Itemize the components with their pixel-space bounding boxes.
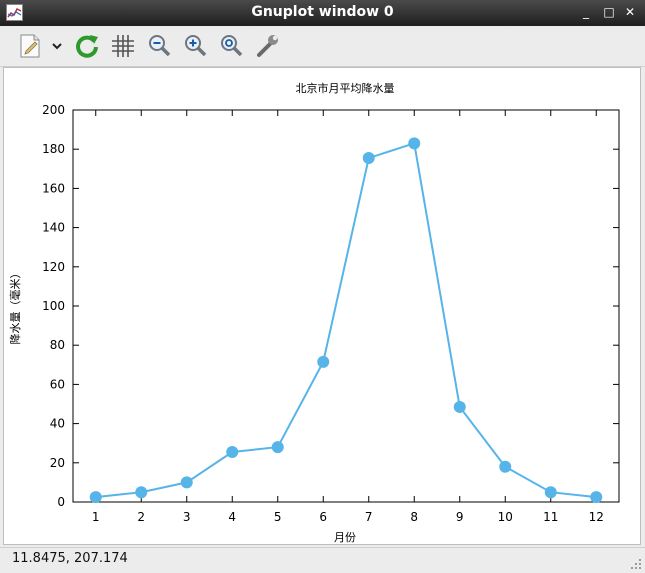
mouse-coordinates: 11.8475, 207.174 — [12, 551, 128, 566]
y-tick-label: 140 — [42, 221, 65, 235]
export-menu-button[interactable] — [47, 32, 67, 60]
refresh-icon — [76, 35, 98, 58]
window-title: Gnuplot window 0 — [251, 4, 394, 20]
data-point — [89, 491, 102, 504]
plot-canvas[interactable]: 北京市月平均降水量 0 20 40 60 80 100 120 140 160 180 200 12… — [3, 67, 641, 545]
maximize-button[interactable]: □ — [600, 3, 618, 21]
document-export-icon — [20, 34, 40, 58]
zoom-in-icon — [185, 35, 207, 57]
data-point — [317, 355, 330, 368]
gnuplot-window: Gnuplot window 0 _ □ ✕ 北京市月平均降水量 0 20 40… — [0, 0, 645, 573]
minimize-button[interactable]: _ — [577, 3, 595, 21]
y-tick-label: 200 — [42, 103, 65, 117]
x-tick-label: 10 — [498, 510, 513, 524]
x-tick-label: 6 — [319, 510, 327, 524]
x-tick-label: 5 — [274, 510, 282, 524]
zoom-next-button[interactable] — [181, 32, 209, 60]
data-point — [362, 152, 375, 165]
wrench-icon — [257, 35, 278, 57]
data-point — [590, 491, 603, 504]
x-tick-label: 12 — [589, 510, 604, 524]
export-button[interactable] — [16, 32, 44, 60]
close-button[interactable]: ✕ — [621, 3, 639, 21]
x-axis: 1 2 3 4 5 6 7 8 9 10 11 12 — [92, 110, 604, 524]
zoom-out-icon — [149, 35, 171, 57]
data-point — [408, 137, 421, 150]
y-axis: 0 20 40 60 80 100 120 140 160 180 200 — [42, 103, 619, 509]
title-bar[interactable]: Gnuplot window 0 _ □ ✕ — [0, 0, 645, 26]
x-tick-label: 7 — [365, 510, 373, 524]
status-bar: 11.8475, 207.174 — [0, 547, 645, 573]
series-line — [95, 142, 597, 499]
y-axis-label: 降水量（毫米） — [8, 268, 22, 345]
autoscale-button[interactable] — [217, 32, 245, 60]
x-tick-label: 4 — [228, 510, 236, 524]
toolbar — [0, 26, 645, 67]
y-tick-label: 40 — [50, 417, 65, 431]
y-tick-label: 0 — [57, 495, 65, 509]
x-tick-label: 3 — [183, 510, 191, 524]
x-tick-label: 2 — [137, 510, 145, 524]
y-tick-label: 60 — [50, 377, 65, 391]
zoom-fit-icon — [221, 35, 243, 57]
grid-button[interactable] — [109, 32, 137, 60]
chart-title: 北京市月平均降水量 — [296, 81, 395, 95]
y-tick-label: 160 — [42, 181, 65, 195]
data-point — [226, 446, 239, 459]
zoom-previous-button[interactable] — [145, 32, 173, 60]
data-point — [180, 476, 193, 489]
x-tick-label: 1 — [92, 510, 100, 524]
data-point — [135, 486, 148, 499]
data-point — [453, 400, 466, 413]
x-tick-label: 9 — [456, 510, 464, 524]
plot-frame — [72, 109, 620, 503]
y-tick-label: 100 — [42, 299, 65, 313]
resize-grip-icon[interactable] — [630, 558, 642, 570]
x-axis-label: 月份 — [334, 531, 356, 544]
y-tick-label: 180 — [42, 142, 65, 156]
chevron-down-icon — [52, 43, 62, 50]
data-point — [271, 441, 284, 454]
settings-button[interactable] — [253, 32, 281, 60]
series-layer — [89, 137, 603, 504]
data-point — [499, 460, 512, 473]
y-tick-label: 80 — [50, 338, 65, 352]
replot-button[interactable] — [73, 32, 101, 60]
data-point — [544, 486, 557, 499]
x-tick-label: 8 — [410, 510, 418, 524]
x-tick-label: 11 — [543, 510, 558, 524]
y-tick-label: 20 — [50, 456, 65, 470]
y-tick-label: 120 — [42, 260, 65, 274]
grid-icon — [112, 35, 134, 57]
precipitation-line-chart: 北京市月平均降水量 020406080100120140160180200 12… — [8, 81, 620, 544]
